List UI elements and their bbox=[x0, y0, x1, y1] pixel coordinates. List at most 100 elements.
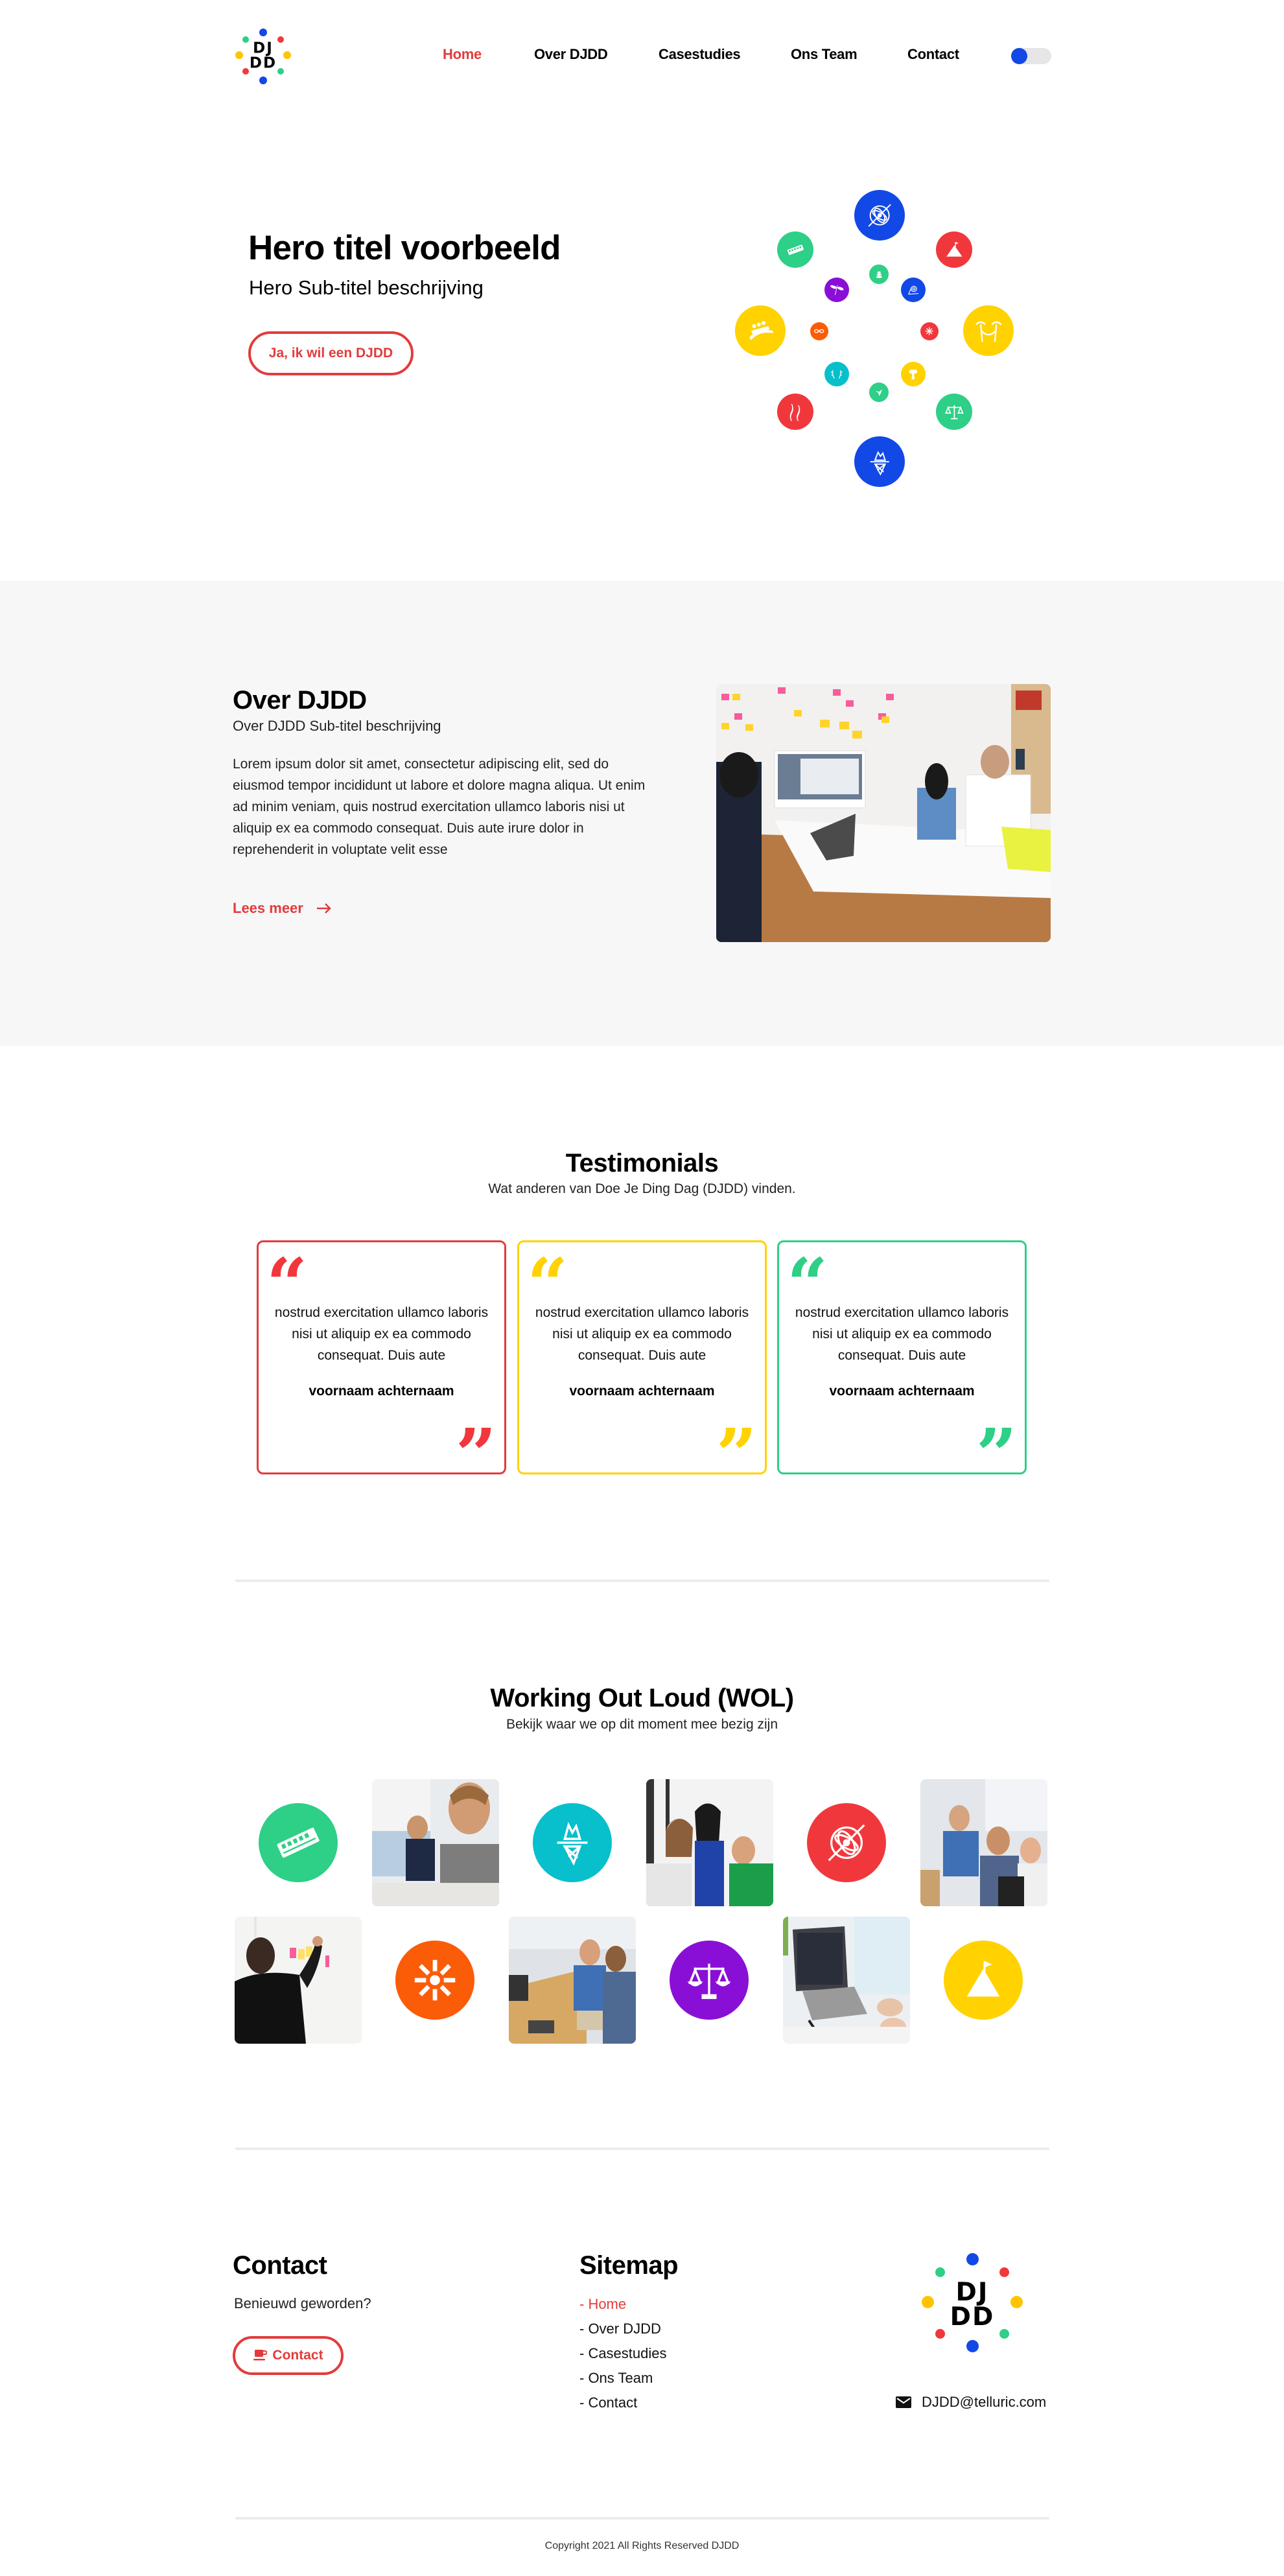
koi-fish-icon bbox=[777, 394, 813, 430]
logo-text-line2: DD bbox=[950, 2302, 995, 2332]
asterisk-flower-icon bbox=[920, 322, 939, 340]
scales-icon[interactable] bbox=[670, 1941, 749, 2020]
hero-title: Hero titel voorbeeld bbox=[248, 229, 561, 267]
sticky-notes-wall-photo[interactable] bbox=[235, 1917, 362, 2044]
scales-icon bbox=[936, 394, 972, 430]
testimonial-quote: nostrud exercitation ullamco laboris nis… bbox=[535, 1305, 749, 1363]
footer-email: DJDD@telluric.com bbox=[922, 2394, 1047, 2410]
logo-dot bbox=[259, 77, 267, 84]
iceberg-icon[interactable] bbox=[533, 1803, 612, 1882]
logo-dot bbox=[259, 29, 267, 36]
testimonial-card: “ nostrud exercitation ullamco laboris n… bbox=[257, 1240, 506, 1491]
over-title: Over DJDD bbox=[233, 686, 367, 715]
footer-contact-button-label: Contact bbox=[272, 2348, 323, 2363]
footer-contact-button[interactable]: Contact bbox=[233, 2336, 344, 2375]
sitemap-casestudies[interactable]: - Casestudies bbox=[579, 2341, 667, 2366]
hero-subtitle: Hero Sub-titel beschrijving bbox=[249, 276, 484, 299]
logo-text-line1: DJ bbox=[955, 2277, 989, 2307]
close-quote-icon: ” bbox=[455, 1413, 496, 1496]
logo-dot bbox=[999, 2329, 1009, 2339]
iceberg-icon bbox=[854, 436, 905, 487]
section-divider bbox=[235, 1579, 1049, 1582]
sitemap-title: Sitemap bbox=[579, 2251, 679, 2280]
theme-toggle[interactable] bbox=[1011, 48, 1051, 64]
testimonial-author: voornaam achternaam bbox=[309, 1384, 454, 1399]
antlers-icon bbox=[824, 362, 849, 386]
read-more-label: Lees meer bbox=[233, 900, 303, 916]
logo-text-line2: DD bbox=[249, 54, 277, 71]
over-body-text: Lorem ipsum dolor sit amet, consectetur … bbox=[233, 757, 646, 857]
office-chat-photo[interactable] bbox=[509, 1917, 636, 2044]
harmonica-icon[interactable] bbox=[259, 1803, 338, 1882]
sitemap-home[interactable]: - Home bbox=[579, 2292, 667, 2317]
section-divider bbox=[235, 2147, 1049, 2150]
logo-dot bbox=[966, 2253, 979, 2265]
hero-icon-cluster bbox=[713, 175, 1063, 487]
rollercoaster-icon bbox=[735, 305, 786, 356]
testimonial-quote: nostrud exercitation ullamco laboris nis… bbox=[795, 1305, 1009, 1363]
logo-dot bbox=[935, 2329, 945, 2339]
nav-contact[interactable]: Contact bbox=[907, 46, 959, 63]
bird-icon bbox=[869, 383, 889, 402]
team-meeting-photo bbox=[716, 684, 1051, 942]
open-quote-icon: “ bbox=[266, 1242, 308, 1326]
nav-home[interactable]: Home bbox=[443, 46, 482, 63]
mountain-flag-icon[interactable] bbox=[944, 1941, 1023, 2020]
hammock-palm-icon bbox=[963, 305, 1014, 356]
logo-dot bbox=[999, 2267, 1009, 2277]
envelope-icon bbox=[896, 2396, 911, 2408]
toggle-knob bbox=[1011, 48, 1027, 64]
testimonial-card: “ nostrud exercitation ullamco laboris n… bbox=[517, 1240, 767, 1491]
testimonials-subtitle: Wat anderen van Doe Je Ding Dag (DJDD) v… bbox=[488, 1181, 796, 1196]
nav-ons-team[interactable]: Ons Team bbox=[791, 46, 858, 63]
logo-dot bbox=[966, 2340, 979, 2352]
testimonial-card: “ nostrud exercitation ullamco laboris n… bbox=[777, 1240, 1027, 1491]
wol-subtitle: Bekijk waar we op dit moment mee bezig z… bbox=[506, 1717, 778, 1732]
dragonfly-icon bbox=[824, 278, 849, 302]
coffee-cup-icon bbox=[253, 2350, 268, 2361]
nav-over-djdd[interactable]: Over DJDD bbox=[534, 46, 608, 63]
open-quote-icon: “ bbox=[527, 1242, 568, 1326]
close-quote-icon: ” bbox=[716, 1413, 757, 1496]
logo-text-line1: DJ bbox=[253, 40, 274, 57]
read-more-link[interactable]: Lees meer bbox=[233, 900, 332, 917]
open-quote-icon: “ bbox=[787, 1242, 828, 1326]
wol-title: Working Out Loud (WOL) bbox=[490, 1684, 794, 1712]
sitemap-ons-team[interactable]: - Ons Team bbox=[579, 2366, 667, 2391]
footer-djdd-logo[interactable]: DJ DD bbox=[920, 2253, 1024, 2357]
atom-icon bbox=[854, 190, 905, 241]
footer-email-link[interactable]: DJDD@telluric.com bbox=[896, 2394, 1046, 2411]
testimonial-author: voornaam achternaam bbox=[569, 1384, 715, 1399]
harmonica-icon bbox=[777, 231, 813, 268]
office-discussion-photo[interactable] bbox=[920, 1779, 1047, 1906]
stones-icon bbox=[869, 265, 889, 284]
logo-text: DJ DD bbox=[920, 2280, 1024, 2330]
testimonial-quote: nostrud exercitation ullamco laboris nis… bbox=[274, 1305, 489, 1363]
gear-pulley-icon bbox=[901, 278, 926, 302]
logo-dot bbox=[935, 2267, 945, 2277]
hero-cta-button[interactable]: Ja, ik wil een DJDD bbox=[248, 331, 414, 375]
djdd-logo[interactable]: DJ DD bbox=[231, 25, 296, 87]
sitemap-over-djdd[interactable]: - Over DJDD bbox=[579, 2317, 667, 2341]
developers-at-desk-photo[interactable] bbox=[372, 1779, 499, 1906]
arrow-right-icon bbox=[316, 903, 331, 914]
testimonials-title: Testimonials bbox=[565, 1149, 719, 1177]
over-subtitle: Over DJDD Sub-titel beschrijving bbox=[233, 718, 441, 734]
laptop-stand-coding-photo[interactable] bbox=[783, 1917, 910, 2044]
copyright-text: Copyright 2021 All Rights Reserved DJDD bbox=[544, 2540, 740, 2551]
chain-icon bbox=[810, 322, 828, 340]
tree-icon bbox=[901, 362, 926, 386]
footer-contact-title: Contact bbox=[233, 2251, 327, 2280]
atom-icon[interactable] bbox=[807, 1803, 886, 1882]
sitemap-contact[interactable]: - Contact bbox=[579, 2391, 667, 2415]
mountain-flag-icon bbox=[936, 231, 972, 268]
logo-text: DJ DD bbox=[231, 41, 296, 70]
footer-divider bbox=[235, 2517, 1049, 2520]
asterisk-flower-icon[interactable] bbox=[395, 1941, 474, 2020]
close-quote-icon: ” bbox=[975, 1413, 1017, 1496]
nav-casestudies[interactable]: Casestudies bbox=[659, 46, 741, 63]
team-at-laptop-photo[interactable] bbox=[646, 1779, 773, 1906]
sitemap-nav: - Home - Over DJDD - Casestudies - Ons T… bbox=[579, 2292, 667, 2415]
testimonial-author: voornaam achternaam bbox=[829, 1384, 975, 1399]
footer-contact-text: Benieuwd geworden? bbox=[234, 2295, 371, 2311]
